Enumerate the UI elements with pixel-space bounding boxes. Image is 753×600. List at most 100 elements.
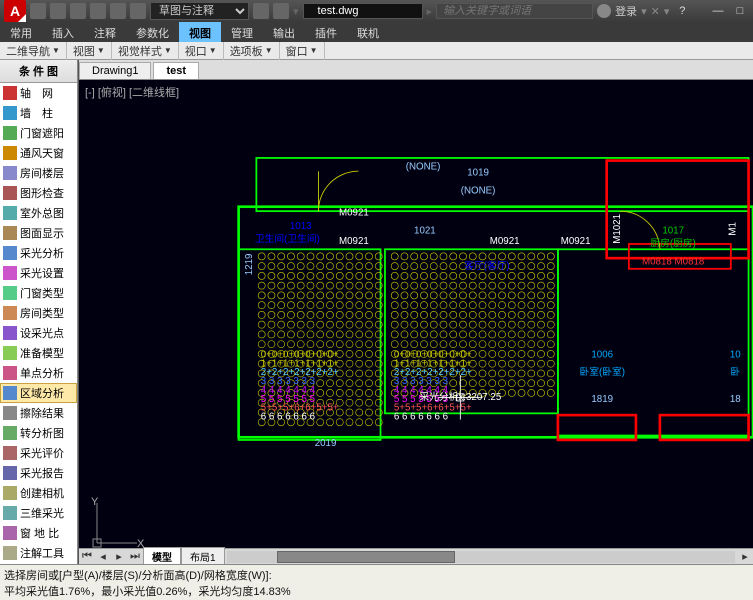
command-line[interactable]: 选择房间或[户型(A)/楼层(S)/分析面高(D)/网格宽度(W)]: 平均采光… [0,564,753,600]
qat-redo-icon[interactable] [110,3,126,19]
palette-item-icon [3,326,17,340]
palette-item-17[interactable]: 转分析图 [0,423,77,443]
palette-item-label: 擦除结果 [20,405,64,421]
h-scroll-right[interactable]: ▸ [737,550,753,563]
svg-text:2019: 2019 [315,438,337,449]
svg-text:客厅(客厅): 客厅(客厅) [464,259,510,272]
ucs-icon: Y X [87,493,147,556]
qat-open-icon[interactable] [50,3,66,19]
palette-item-9[interactable]: 采光设置 [0,263,77,283]
layout-tab-1[interactable]: 布局1 [181,547,225,564]
palette-item-10[interactable]: 门窗类型 [0,283,77,303]
ribbon-panel-3[interactable]: 视口▼ [179,42,224,60]
svg-text:M0921: M0921 [339,208,369,219]
ribbon-panel-0[interactable]: 二维导航▼ [0,42,67,60]
current-file: test.dwg [303,3,423,19]
svg-text:M0921: M0921 [490,236,520,247]
tab-nav-next[interactable]: ▸ [111,550,127,563]
svg-text:1819: 1819 [591,394,613,405]
help-icon[interactable]: ? [673,4,691,18]
svg-text:1006: 1006 [591,349,613,360]
minimize-button[interactable]: — [709,4,727,18]
palette-item-13[interactable]: 准备模型 [0,343,77,363]
document-tabs: Drawing1test [79,60,753,80]
palette-item-label: 三维采光 [20,505,64,521]
tab-nav-last[interactable]: ⏭ [127,550,143,563]
palette-item-4[interactable]: 房间楼层 [0,163,77,183]
floor-plan[interactable]: 0+0+0+0+0+0+0+0+0+0+0+0+0+0+1+1+1+1+1+1+… [79,80,753,564]
palette-item-label: 创建相机 [20,485,64,501]
ribbon-panel-2[interactable]: 视觉样式▼ [112,42,179,60]
palette-item-label: 区域分析 [20,385,64,401]
ribbon-tab-5[interactable]: 管理 [221,22,263,42]
palette-item-20[interactable]: 创建相机 [0,483,77,503]
qat-print-icon[interactable] [130,3,146,19]
palette-item-icon [3,146,17,160]
svg-text:10: 10 [730,349,741,360]
palette-item-6[interactable]: 室外总图 [0,203,77,223]
ribbon-tab-7[interactable]: 插件 [305,22,347,42]
palette-item-label: 轴 网 [20,85,53,101]
ribbon-tab-4[interactable]: 视图 [179,22,221,42]
palette-item-22[interactable]: 窗 地 比 [0,523,77,543]
palette-item-2[interactable]: 门窗遮阳 [0,123,77,143]
h-scrollbar[interactable] [227,551,735,563]
palette-item-16[interactable]: 擦除结果 [0,403,77,423]
drawing-area[interactable]: Drawing1test [-] [俯视] [二维线框] 0+0+0+0+0+0… [78,60,753,564]
palette-item-label: 设采光点 [20,325,64,341]
user-icon[interactable] [597,4,611,18]
tab-nav-first[interactable]: ⏮ [79,550,95,563]
palette-item-label: 采光分析 [20,245,64,261]
workspace-selector[interactable]: 草图与注释 [150,2,249,20]
palette-item-0[interactable]: 轴 网 [0,83,77,103]
doc-tab-1[interactable]: test [153,62,199,79]
viewport-label[interactable]: [-] [俯视] [二维线框] [85,84,179,100]
palette-item-icon [3,426,17,440]
palette-item-21[interactable]: 三维采光 [0,503,77,523]
svg-text:1219: 1219 [244,254,255,276]
ribbon-panel-5[interactable]: 窗口▼ [280,42,325,60]
login-link[interactable]: 登录 [615,3,637,19]
palette-item-12[interactable]: 设采光点 [0,323,77,343]
palette-item-label: 图面显示 [20,225,64,241]
qat-save-icon[interactable] [70,3,86,19]
palette-item-8[interactable]: 采光分析 [0,243,77,263]
palette-item-3[interactable]: 通风天窗 [0,143,77,163]
qat-new-icon[interactable] [30,3,46,19]
palette-item-11[interactable]: 房间类型 [0,303,77,323]
ribbon-tab-2[interactable]: 注释 [84,22,126,42]
palette-footer-annotate[interactable]: 注解工具 [0,543,77,563]
palette-item-18[interactable]: 采光评价 [0,443,77,463]
app-logo[interactable]: A [4,0,26,22]
palette-item-19[interactable]: 采光报告 [0,463,77,483]
ribbon-tab-8[interactable]: 联机 [347,22,389,42]
exchange-icon[interactable]: ✕ [651,5,660,18]
palette-item-icon [3,506,17,520]
svg-text:M1: M1 [727,222,738,236]
qat-undo-icon[interactable] [90,3,106,19]
ribbon-panel-4[interactable]: 选项板▼ [224,42,280,60]
ribbon-tab-6[interactable]: 输出 [263,22,305,42]
svg-text:M0921: M0921 [561,236,591,247]
qat-extra1-icon[interactable] [253,3,269,19]
help-search-input[interactable] [436,3,593,19]
palette-item-15[interactable]: 区域分析 [0,383,77,403]
ribbon-tab-1[interactable]: 插入 [42,22,84,42]
svg-text:M0921: M0921 [339,236,369,247]
palette-item-1[interactable]: 墙 柱 [0,103,77,123]
palette-item-7[interactable]: 图面显示 [0,223,77,243]
ribbon-tabs: 常用插入注释参数化视图管理输出插件联机 [0,22,753,42]
ribbon-tab-0[interactable]: 常用 [0,22,42,42]
palette-item-14[interactable]: 单点分析 [0,363,77,383]
restore-button[interactable]: □ [731,4,749,18]
ribbon-tab-3[interactable]: 参数化 [126,22,179,42]
svg-text:Y: Y [91,496,99,508]
h-scroll-thumb[interactable] [277,551,455,563]
qat-extra2-icon[interactable] [273,3,289,19]
tab-nav-prev[interactable]: ◂ [95,550,111,563]
palette-footer-help[interactable]: 帮 助 [0,563,77,564]
doc-tab-0[interactable]: Drawing1 [79,62,151,79]
ribbon-panel-1[interactable]: 视图▼ [67,42,112,60]
palette-item-5[interactable]: 图形检查 [0,183,77,203]
layout-tab-0[interactable]: 模型 [143,547,181,564]
